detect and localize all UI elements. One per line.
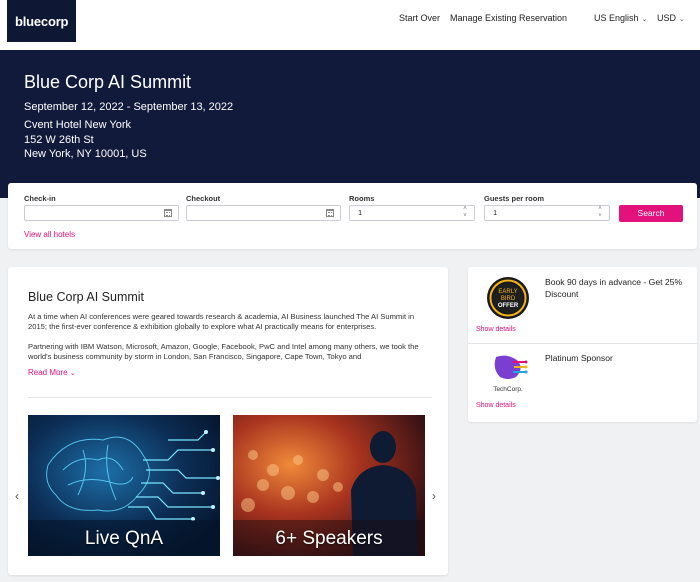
techcorp-brand-text: TechCorp. <box>493 386 523 393</box>
checkout-input[interactable] <box>186 205 341 221</box>
event-description: At a time when AI conferences were geare… <box>28 312 428 370</box>
description-paragraph: At a time when AI conferences were geare… <box>28 312 415 331</box>
venue-city: New York, NY 10001, US <box>24 148 147 160</box>
guests-stepper[interactable]: 1 ˄ ˅ <box>484 205 610 221</box>
rooms-label: Rooms <box>349 194 375 203</box>
event-dates: September 12, 2022 - September 13, 2022 <box>24 101 234 113</box>
carousel-slide-speakers[interactable]: 6+ Speakers <box>233 415 425 556</box>
top-nav: bluecorp Start Over Manage Existing Rese… <box>0 0 700 50</box>
venue-name: Cvent Hotel New York <box>24 119 131 131</box>
rooms-value: 1 <box>358 208 363 217</box>
read-more-label: Read More <box>28 368 68 377</box>
currency-selector[interactable]: USD ⌄ <box>657 13 685 23</box>
view-all-hotels-link[interactable]: View all hotels <box>24 230 75 239</box>
read-more-link[interactable]: Read More ⌄ <box>28 368 80 377</box>
search-button[interactable]: Search <box>619 205 683 222</box>
rooms-stepper[interactable]: 1 ˄ ˅ <box>349 205 475 221</box>
carousel-next-arrow-icon[interactable]: › <box>432 489 436 503</box>
start-over-link[interactable]: Start Over <box>399 13 440 23</box>
checkin-label: Check-in <box>24 194 56 203</box>
badge-line-1: EARLY <box>498 289 517 295</box>
bluecorp-logo[interactable]: bluecorp <box>7 0 76 42</box>
badge-line-3: OFFER <box>498 303 519 309</box>
show-details-link[interactable]: Show details <box>476 326 516 333</box>
checkout-label: Checkout <box>186 194 221 203</box>
early-bird-badge-icon: EARLY BIRD OFFER <box>486 276 530 320</box>
carousel-slide-live-qna[interactable]: Live QnA <box>28 415 220 556</box>
slide-caption: Live QnA <box>84 528 164 549</box>
guests-label: Guests per room <box>484 194 545 203</box>
stepper-arrows-icon[interactable]: ˄ ˅ <box>596 206 604 220</box>
carousel-prev-arrow-icon[interactable]: ‹ <box>15 489 19 503</box>
currency-label: USD <box>657 13 677 23</box>
language-label: US English <box>594 13 639 23</box>
hotel-search-card: Check-in Checkout Rooms 1 ˄ ˅ Guests per … <box>8 183 697 249</box>
event-info-card: Blue Corp AI Summit At a time when AI co… <box>8 267 448 575</box>
chevron-down-icon: ⌄ <box>679 16 685 23</box>
language-selector[interactable]: US English ⌄ <box>594 13 647 23</box>
event-hero: Blue Corp AI Summit September 12, 2022 -… <box>0 50 700 198</box>
divider <box>468 343 697 344</box>
show-details-link[interactable]: Show details <box>476 402 516 409</box>
event-card-title: Blue Corp AI Summit <box>28 290 145 304</box>
manage-reservation-link[interactable]: Manage Existing Reservation <box>450 13 567 23</box>
chevron-down-icon: ⌄ <box>69 370 76 377</box>
chevron-down-icon: ⌄ <box>641 16 648 23</box>
slide-caption: 6+ Speakers <box>275 528 383 549</box>
calendar-icon[interactable] <box>164 209 172 217</box>
event-title: Blue Corp AI Summit <box>24 72 192 92</box>
venue-street: 152 W 26th St <box>24 133 94 146</box>
divider <box>28 397 432 398</box>
guests-value: 1 <box>493 208 498 217</box>
techcorp-logo-icon: TechCorp. <box>486 351 530 395</box>
event-address: Cvent Hotel New York 152 W 26th St New Y… <box>24 118 147 162</box>
badge-line-2: BIRD <box>501 296 516 302</box>
stepper-arrows-icon[interactable]: ˄ ˅ <box>461 206 469 220</box>
description-paragraph: Partnering with IBM Watson, Microsoft, A… <box>28 342 419 361</box>
checkin-input[interactable] <box>24 205 179 221</box>
offer-description: Book 90 days in advance - Get 25% Discou… <box>545 277 683 299</box>
offers-card: EARLY BIRD OFFER Book 90 days in advance… <box>468 267 697 422</box>
logo-text: bluecorp <box>15 13 69 29</box>
offer-description: Platinum Sponsor <box>545 353 613 363</box>
calendar-icon[interactable] <box>326 209 334 217</box>
